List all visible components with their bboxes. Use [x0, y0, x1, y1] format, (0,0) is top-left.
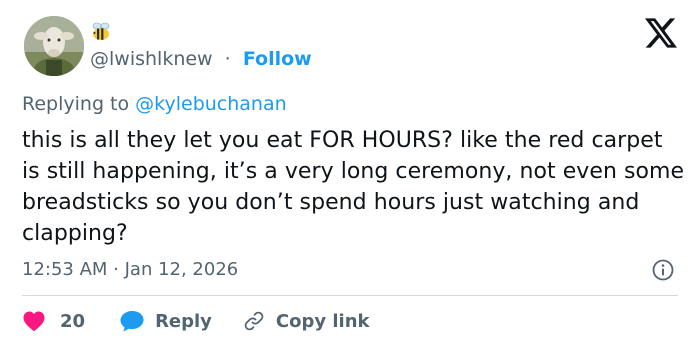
action-bar: 20 Reply Copy link	[22, 307, 370, 335]
sheep-avatar-icon	[24, 16, 84, 76]
separator-dot: ·	[218, 48, 237, 70]
link-icon	[244, 311, 264, 331]
replying-prefix: Replying to	[22, 93, 136, 115]
like-count: 20	[60, 310, 86, 332]
reply-button[interactable]: Reply	[119, 309, 212, 333]
reply-mention-link[interactable]: @kylebuchanan	[135, 93, 287, 115]
tweet-text: this is all they let you eat FOR HOURS? …	[22, 128, 685, 246]
like-button[interactable]: 20	[22, 310, 85, 332]
author-handle[interactable]: @lwishlknew	[90, 48, 213, 70]
divider	[22, 295, 678, 296]
author-row: @lwishlknew · Follow	[90, 47, 312, 71]
tweet-timestamp[interactable]: 12:53 AM · Jan 12, 2026	[22, 258, 238, 282]
reply-label: Reply	[155, 310, 212, 332]
heart-icon	[23, 311, 45, 332]
copy-link-label: Copy link	[275, 310, 370, 332]
follow-button[interactable]: Follow	[243, 48, 312, 70]
info-icon[interactable]	[651, 258, 675, 282]
replying-to: Replying to @kylebuchanan	[22, 92, 287, 116]
x-logo-icon[interactable]	[645, 18, 677, 48]
copy-link-button[interactable]: Copy link	[242, 309, 370, 333]
avatar[interactable]	[24, 16, 84, 76]
reply-bubble-icon	[120, 311, 144, 332]
bee-emoji-icon	[90, 20, 112, 42]
